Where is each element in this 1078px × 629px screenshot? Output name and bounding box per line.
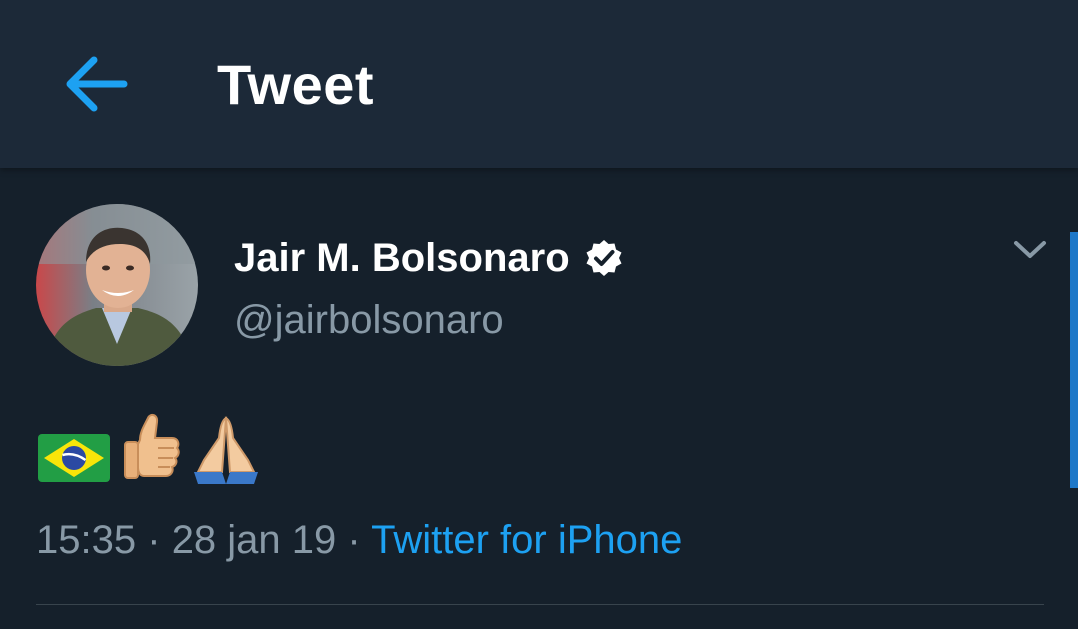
tweet-text bbox=[36, 410, 260, 486]
verified-badge-icon bbox=[586, 240, 622, 276]
profile-photo bbox=[36, 204, 198, 366]
app-bar: Tweet bbox=[0, 0, 1078, 168]
tweet-menu-button[interactable] bbox=[1006, 230, 1054, 270]
avatar[interactable] bbox=[36, 204, 198, 366]
chevron-down-icon bbox=[1014, 241, 1046, 258]
scroll-indicator bbox=[1070, 232, 1078, 488]
page-title: Tweet bbox=[217, 53, 375, 116]
author-name-row[interactable]: Jair M. Bolsonaro bbox=[234, 234, 624, 282]
folded-hands-emoji bbox=[194, 416, 258, 484]
thumbs-up-emoji bbox=[124, 413, 180, 479]
tweet-date: 28 jan 19 bbox=[171, 518, 337, 562]
meta-separator: · bbox=[147, 518, 161, 562]
arrow-left-icon bbox=[66, 56, 128, 112]
author-handle[interactable]: @jairbolsonaro bbox=[234, 296, 504, 344]
author-name: Jair M. Bolsonaro bbox=[234, 236, 570, 280]
meta-separator: · bbox=[347, 518, 361, 562]
tweet-source-link[interactable]: Twitter for iPhone bbox=[371, 518, 682, 562]
divider bbox=[36, 604, 1044, 605]
back-button[interactable] bbox=[52, 44, 140, 124]
tweet-time: 15:35 bbox=[36, 518, 137, 562]
brazil-flag-emoji bbox=[38, 434, 110, 482]
tweet-meta: 15:35 · 28 jan 19 · Twitter for iPhone bbox=[36, 514, 682, 566]
